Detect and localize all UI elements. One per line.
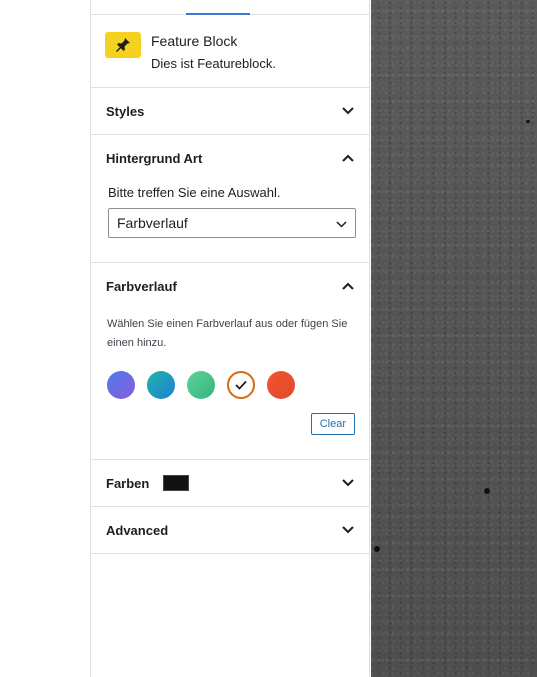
gradient-swatches [107,371,355,399]
background-type-label: Bitte treffen Sie eine Auswahl. [108,185,281,200]
chevron-down-icon [341,104,355,118]
panel-colors-heading: Farben [106,475,190,491]
left-gutter [0,0,90,677]
chevron-down-icon [336,215,347,231]
background-type-selected-value: Farbverlauf [117,215,188,231]
texture-spot [374,546,380,552]
active-tab-indicator [186,13,250,15]
panel-colors-title: Farben [106,475,150,491]
panel-background-type: Hintergrund Art Bitte treffen Sie eine A… [91,135,369,263]
panel-background-type-toggle[interactable]: Hintergrund Art [91,135,369,181]
pin-icon [105,32,141,58]
clear-row: Clear [107,413,355,435]
panel-gradient-toggle[interactable]: Farbverlauf [91,263,369,309]
panel-advanced: Advanced [91,507,369,554]
panel-advanced-title: Advanced [106,522,169,538]
panel-colors-toggle[interactable]: Farben [91,460,369,506]
chevron-down-icon [341,523,355,537]
panel-styles: Styles [91,88,369,135]
texture-spot [526,120,530,123]
gradient-help-text: Wählen Sie einen Farbverlauf aus oder fü… [107,318,348,349]
editor-canvas-background [371,0,537,677]
chevron-up-icon [341,279,355,293]
block-title: Feature Block [151,33,238,49]
block-card: Feature Block Dies ist Featureblock. [91,15,369,88]
chevron-up-icon [341,151,355,165]
block-info: Feature Block Dies ist Featureblock. [151,31,276,71]
chevron-down-icon [341,476,355,490]
panel-background-type-body: Bitte treffen Sie eine Auswahl. Farbverl… [91,185,369,262]
panel-styles-toggle[interactable]: Styles [91,88,369,134]
block-settings-sidebar: Feature Block Dies ist Featureblock. Sty… [90,0,370,677]
clear-button[interactable]: Clear [310,413,355,435]
gradient-swatch-orange-red[interactable] [267,371,295,399]
sidebar-tabs [91,0,369,15]
panel-gradient-title: Farbverlauf [106,278,177,294]
panel-gradient: Farbverlauf Wählen Sie einen Farbverlauf… [91,263,369,460]
panel-styles-title: Styles [106,103,145,119]
gradient-swatch-green[interactable] [187,371,215,399]
panel-gradient-body: Wählen Sie einen Farbverlauf aus oder fü… [91,315,369,459]
panel-advanced-toggle[interactable]: Advanced [91,507,369,553]
panel-background-type-title: Hintergrund Art [106,150,203,166]
color-indicator [163,475,190,491]
panel-colors: Farben [91,460,369,507]
gradient-swatch-selected[interactable] [227,371,255,399]
check-icon [235,380,247,390]
background-type-select[interactable]: Farbverlauf [108,208,356,238]
gradient-swatch-blue-purple[interactable] [107,371,135,399]
gradient-swatch-teal-blue[interactable] [147,371,175,399]
texture-spot [484,488,490,494]
block-description: Dies ist Featureblock. [151,56,276,71]
